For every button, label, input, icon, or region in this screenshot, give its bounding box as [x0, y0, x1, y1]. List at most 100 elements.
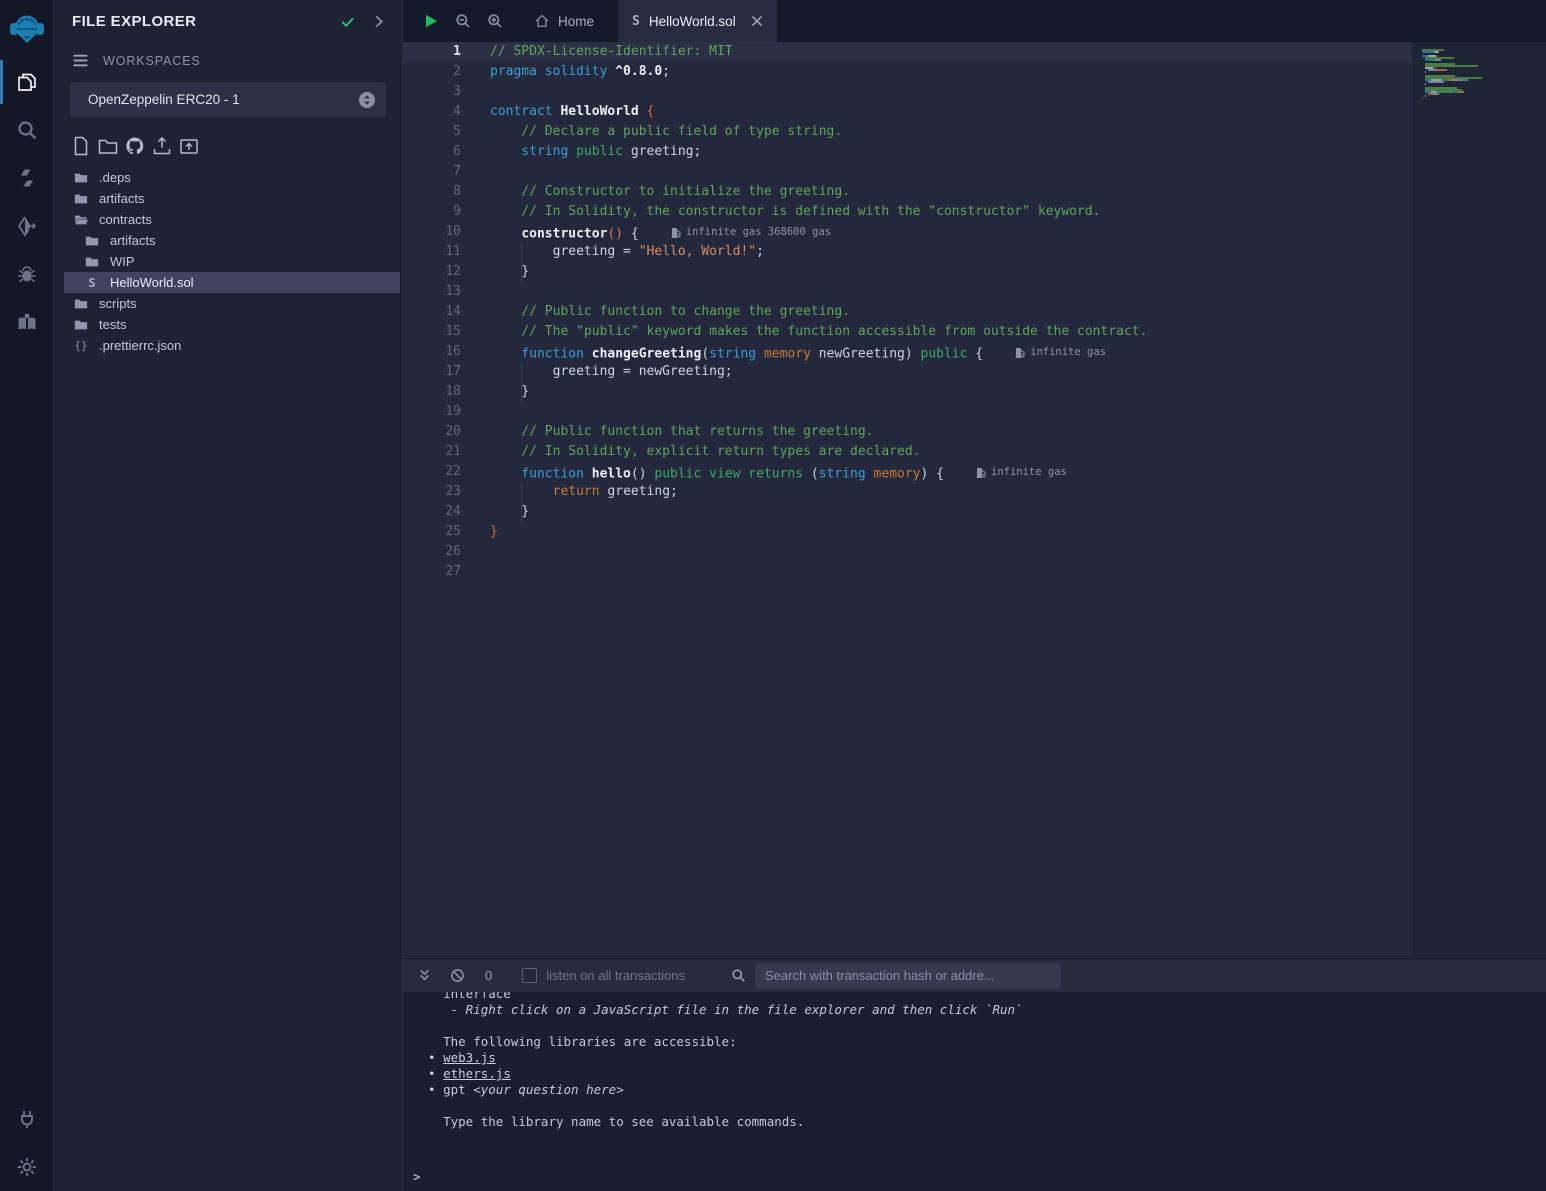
editor: 1// SPDX-License-Identifier: MIT2pragma … [403, 42, 1546, 958]
activity-bar [0, 0, 54, 1191]
code-text: // Public function to change the greetin… [490, 302, 1411, 322]
code-text: } [490, 522, 1411, 542]
solidity-file-icon: S [84, 276, 100, 290]
main-area: HomeSHelloWorld.sol 1// SPDX-License-Ide… [403, 0, 1546, 1191]
tree-item-label: WIP [110, 254, 135, 269]
line-number: 4 [403, 102, 490, 122]
close-tab-icon[interactable] [751, 15, 763, 27]
tree-item--deps[interactable]: .deps [64, 167, 400, 188]
code-editor[interactable]: 1// SPDX-License-Identifier: MIT2pragma … [403, 42, 1411, 958]
terminal-output[interactable]: interface - Right click on a JavaScript … [403, 992, 1546, 1191]
indent-guide [521, 262, 522, 282]
code-text: constructor() {infinite gas 368600 gas [490, 222, 1411, 242]
workspaces-menu-icon[interactable] [72, 52, 89, 69]
code-text: // SPDX-License-Identifier: MIT [490, 42, 1411, 62]
terminal-search-input[interactable] [755, 963, 1061, 989]
tree-item-helloworld-sol[interactable]: SHelloWorld.sol [64, 272, 400, 293]
tree-item-artifacts[interactable]: artifacts [64, 188, 400, 209]
rail-item-file-explorer[interactable] [0, 58, 53, 106]
panel-title: FILE EXPLORER [72, 13, 324, 30]
tree-item-wip[interactable]: WIP [64, 251, 400, 272]
workspace-name: OpenZeppelin ERC20 - 1 [88, 92, 358, 107]
rail-item-search[interactable] [0, 106, 53, 154]
code-text: greeting = "Hello, World!"; [490, 242, 1411, 262]
tree-item-label: artifacts [110, 233, 156, 248]
line-number: 13 [403, 282, 490, 302]
terminal-collapse-icon[interactable] [417, 968, 432, 983]
file-tree: .deps artifacts contracts artifacts WIP SHell… [54, 167, 402, 356]
settings-icon [16, 1156, 38, 1178]
terminal-link[interactable]: ethers.js [443, 1066, 511, 1081]
rail-item-solidity-compiler[interactable] [0, 154, 53, 202]
line-number: 6 [403, 142, 490, 162]
code-line: 2pragma solidity ^0.8.0; [403, 62, 1411, 82]
publish-to-gist-icon[interactable] [152, 136, 172, 156]
terminal-link[interactable]: web3.js [443, 1050, 496, 1065]
minimap[interactable] [1411, 42, 1546, 958]
line-number: 20 [403, 422, 490, 442]
file-toolbar [71, 136, 402, 156]
terminal-clear-icon[interactable] [450, 968, 465, 983]
line-number: 14 [403, 302, 490, 322]
tree-item-scripts[interactable]: scripts [64, 293, 400, 314]
line-number: 19 [403, 402, 490, 422]
rail-item-debugger[interactable] [0, 250, 53, 298]
code-text: // Public function that returns the gree… [490, 422, 1411, 442]
indent-guide [521, 242, 522, 262]
git-clone-icon[interactable] [125, 136, 145, 156]
zoom-in-icon[interactable] [487, 13, 503, 29]
line-number: 10 [403, 222, 490, 242]
line-number: 15 [403, 322, 490, 342]
folder-icon [84, 255, 100, 269]
tab-helloworld-sol[interactable]: SHelloWorld.sol [618, 0, 777, 42]
tree-item-label: tests [99, 317, 126, 332]
panel-expand-icon[interactable] [371, 14, 386, 29]
folder-icon [73, 192, 89, 206]
terminal-line [413, 1130, 1536, 1146]
terminal-prompt[interactable]: > [413, 1169, 1536, 1185]
tree-item-artifacts[interactable]: artifacts [64, 230, 400, 251]
solidity-file-icon: S [632, 14, 640, 29]
json-file-icon: {} [73, 339, 89, 352]
file-explorer-icon [16, 71, 38, 93]
code-line: 25} [403, 522, 1411, 542]
code-line: 18 } [403, 382, 1411, 402]
folder-icon [84, 234, 100, 248]
tab-home[interactable]: Home [521, 0, 608, 42]
new-folder-icon[interactable] [98, 136, 118, 156]
minimap-line [1422, 101, 1538, 103]
code-text [490, 562, 1411, 582]
code-line: 11 greeting = "Hello, World!"; [403, 242, 1411, 262]
tree-item-tests[interactable]: tests [64, 314, 400, 335]
new-file-icon[interactable] [71, 136, 91, 156]
rail-item-deploy-and-run[interactable] [0, 202, 53, 250]
code-text [490, 282, 1411, 302]
line-number: 26 [403, 542, 490, 562]
code-text [490, 162, 1411, 182]
file-explorer-panel: FILE EXPLORER WORKSPACES OpenZeppelin ER… [54, 0, 403, 1191]
run-button[interactable] [423, 13, 439, 29]
line-number: 2 [403, 62, 490, 82]
rail-item-settings[interactable] [0, 1143, 53, 1191]
code-text: function changeGreeting(string memory ne… [490, 342, 1411, 362]
code-text: } [490, 502, 1411, 522]
workspace-ok-icon[interactable] [340, 14, 355, 29]
tree-item--prettierrc-json[interactable]: {} .prettierrc.json [64, 335, 400, 356]
code-line: 22 function hello() public view returns … [403, 462, 1411, 482]
rail-item-learneth[interactable] [0, 298, 53, 346]
search-icon [16, 119, 38, 141]
rail-item-plugin-manager[interactable] [0, 1095, 53, 1143]
upload-folder-icon[interactable] [179, 136, 199, 156]
zoom-out-icon[interactable] [455, 13, 471, 29]
tree-item-label: artifacts [99, 191, 145, 206]
code-line: 23 return greeting; [403, 482, 1411, 502]
line-number: 27 [403, 562, 490, 582]
code-text: // The "public" keyword makes the functi… [490, 322, 1411, 342]
remix-logo[interactable] [0, 0, 53, 58]
code-line: 20 // Public function that returns the g… [403, 422, 1411, 442]
listen-checkbox[interactable] [522, 968, 537, 983]
workspace-select[interactable]: OpenZeppelin ERC20 - 1 [70, 82, 386, 117]
line-number: 17 [403, 362, 490, 382]
tree-item-label: .prettierrc.json [99, 338, 181, 353]
tree-item-contracts[interactable]: contracts [64, 209, 400, 230]
